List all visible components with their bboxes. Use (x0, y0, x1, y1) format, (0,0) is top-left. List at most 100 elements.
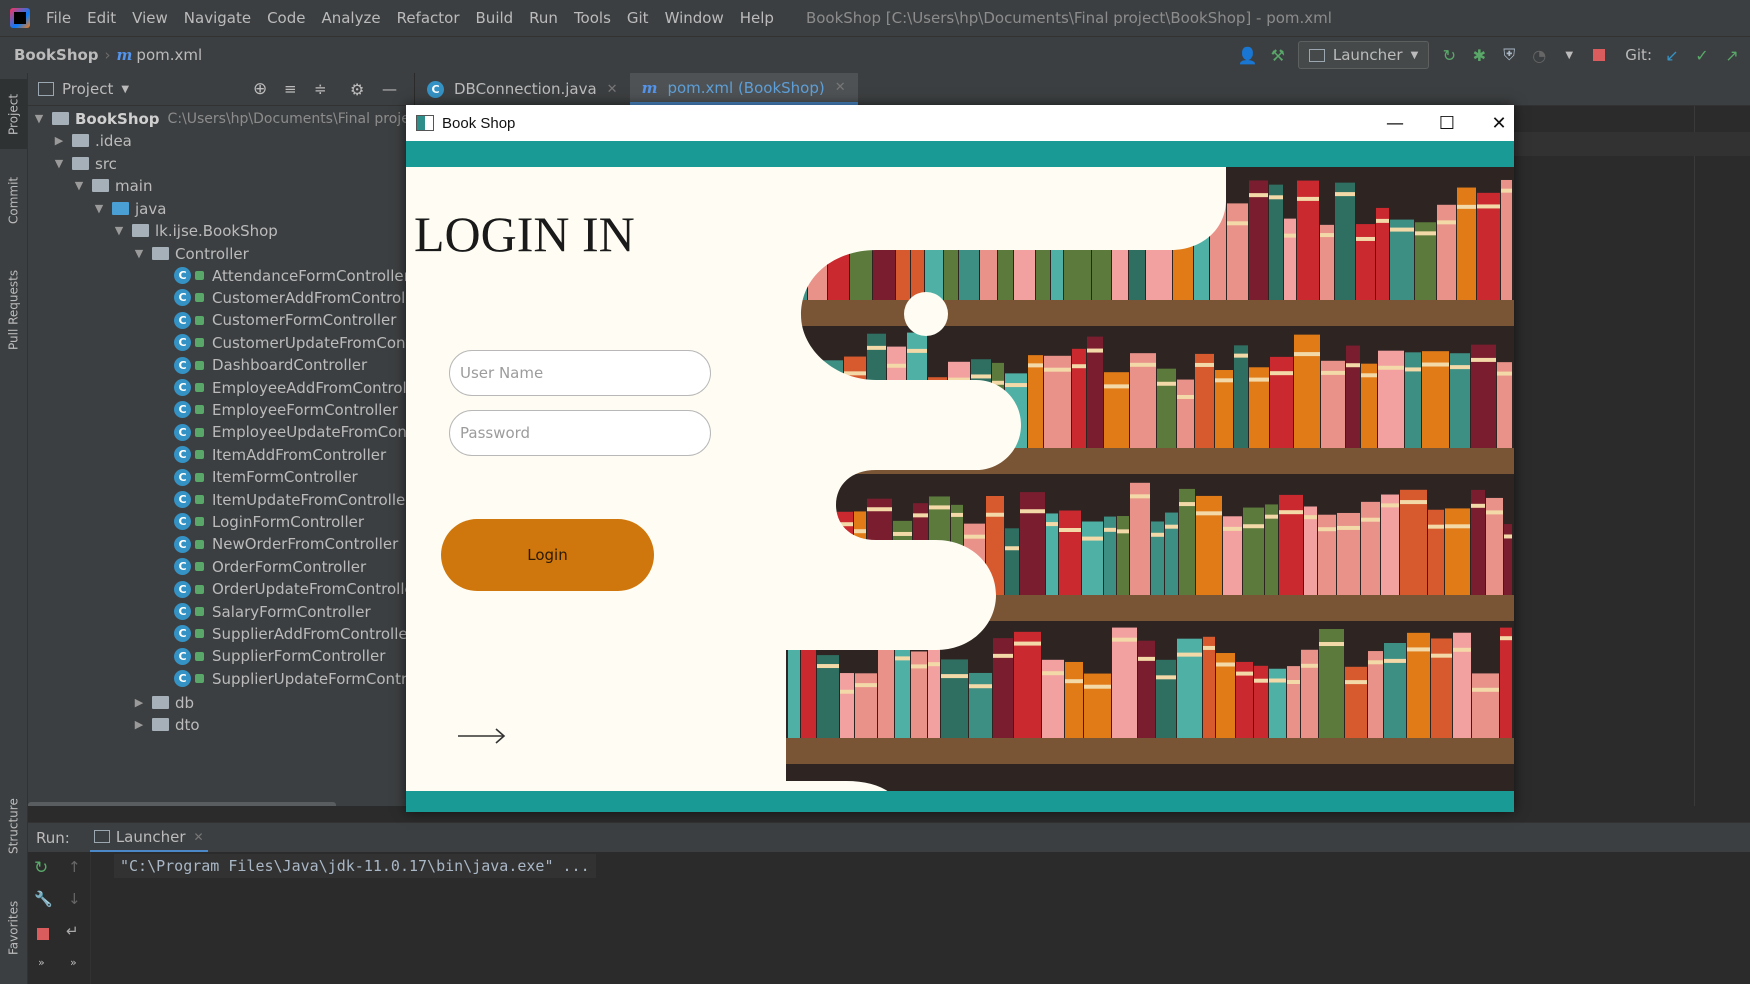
tree-node-class[interactable]: C EmployeeUpdateFromController (174, 420, 414, 445)
menu-file[interactable]: File (38, 9, 79, 27)
menu-help[interactable]: Help (732, 9, 782, 27)
project-panel-header: Project ▼ ⊕ ≡ ≑ ⚙ — (28, 73, 414, 106)
tool-tab-favorites[interactable]: Favorites (0, 883, 27, 973)
tree-node-main[interactable]: ▼ main (72, 173, 153, 198)
profile-icon[interactable]: ◔ (1529, 45, 1549, 65)
tree-node-class[interactable]: C CustomerAddFromController (174, 285, 414, 310)
lock-icon (195, 607, 204, 616)
editor-tab-dbconnection[interactable]: C DBConnection.java ✕ (415, 73, 630, 105)
menu-code[interactable]: Code (259, 9, 313, 27)
tree-node-dto[interactable]: ▶ dto (132, 712, 200, 737)
close-tab-icon[interactable]: ✕ (835, 80, 846, 95)
chevron-down-icon[interactable]: ▼ (92, 202, 106, 215)
arrow-down-icon[interactable]: ↓ (68, 890, 81, 908)
git-push-icon[interactable]: ↗ (1722, 45, 1742, 65)
add-user-icon[interactable]: 👤 (1238, 45, 1258, 65)
tree-node-class[interactable]: C SupplierUpdateFormController (174, 666, 414, 691)
horizontal-scrollbar[interactable] (28, 802, 336, 806)
stop-icon[interactable] (37, 928, 49, 940)
arrow-up-icon[interactable]: ↑ (68, 858, 81, 876)
chevron-down-icon[interactable]: ▼ (132, 247, 146, 260)
menu-analyze[interactable]: Analyze (313, 9, 388, 27)
chevron-down-icon[interactable]: ▼ (121, 84, 129, 95)
chevron-down-icon[interactable]: ▼ (112, 224, 126, 237)
build-hammer-icon[interactable]: ⚒ (1268, 45, 1288, 65)
menu-build[interactable]: Build (468, 9, 522, 27)
close-tab-icon[interactable]: ✕ (194, 830, 204, 844)
menu-navigate[interactable]: Navigate (176, 9, 259, 27)
tree-node-class[interactable]: C OrderUpdateFromController (174, 577, 414, 602)
more-icon[interactable]: » (70, 956, 77, 969)
breadcrumb-project[interactable]: BookShop (14, 46, 99, 64)
git-update-icon[interactable]: ↙ (1662, 45, 1682, 65)
close-tab-icon[interactable]: ✕ (607, 82, 618, 97)
menu-window[interactable]: Window (657, 9, 732, 27)
git-commit-check-icon[interactable]: ✓ (1692, 45, 1712, 65)
menu-refactor[interactable]: Refactor (389, 9, 468, 27)
username-input[interactable] (449, 350, 711, 396)
debug-bug-icon[interactable]: ✱ (1469, 45, 1489, 65)
tree-node-class[interactable]: C CustomerUpdateFromController (174, 330, 414, 355)
chevron-right-icon[interactable]: ▶ (132, 696, 146, 709)
tree-node-class[interactable]: C ItemUpdateFromController (174, 487, 411, 512)
login-button[interactable]: Login (441, 519, 654, 591)
soft-wrap-icon[interactable]: ↵ (66, 922, 79, 940)
password-input[interactable] (449, 410, 711, 456)
tree-node-class[interactable]: C EmployeeFormController (174, 397, 398, 422)
book (1014, 631, 1041, 738)
book-band (887, 363, 906, 368)
chevron-down-icon[interactable]: ▼ (32, 112, 46, 125)
tree-node-class[interactable]: C SalaryFormController (174, 599, 371, 624)
coverage-shield-icon[interactable]: ⛨ (1499, 45, 1519, 65)
stop-icon[interactable] (1589, 45, 1609, 65)
tree-node-class[interactable]: C EmployeeAddFromController (174, 375, 414, 400)
locate-file-icon[interactable]: ⊕ (253, 79, 267, 99)
close-window-button[interactable]: ✕ (1470, 105, 1514, 141)
hide-panel-icon[interactable]: — (382, 80, 397, 98)
chevron-down-icon[interactable]: ▼ (52, 157, 66, 170)
tree-node-class[interactable]: C AttendanceFormController (174, 263, 410, 288)
tree-node-idea[interactable]: ▶ .idea (52, 128, 132, 153)
expand-all-icon[interactable]: ≡ (284, 80, 297, 98)
menu-view[interactable]: View (124, 9, 176, 27)
menu-run[interactable]: Run (521, 9, 566, 27)
tree-node-class[interactable]: C LoginFormController (174, 509, 364, 534)
run-tab-launcher[interactable]: Launcher ✕ (89, 823, 208, 853)
tree-node-class[interactable]: C ItemAddFromController (174, 442, 386, 467)
rerun-icon[interactable]: ↻ (1439, 45, 1459, 65)
tree-node-class[interactable]: C SupplierFormController (174, 644, 385, 669)
chevron-right-icon[interactable]: ▶ (132, 718, 146, 731)
more-chevron-down-icon[interactable]: ▼ (1559, 45, 1579, 65)
tool-tab-pull-requests[interactable]: Pull Requests (0, 255, 27, 365)
tool-tab-structure[interactable]: Structure (0, 781, 27, 871)
menu-git[interactable]: Git (619, 9, 657, 27)
arrow-right-icon[interactable] (456, 725, 508, 747)
tool-tab-project[interactable]: Project (0, 79, 27, 149)
tree-node-class[interactable]: C NewOrderFromController (174, 532, 398, 557)
tree-node-package[interactable]: ▼ lk.ijse.BookShop (112, 218, 278, 243)
editor-tab-pom[interactable]: m pom.xml (BookShop) ✕ (629, 73, 858, 105)
chevron-right-icon[interactable]: ▶ (52, 134, 66, 147)
tree-node-class[interactable]: C SupplierAddFromController (174, 621, 414, 646)
tree-node-class[interactable]: C CustomerFormController (174, 308, 396, 333)
run-configuration-select[interactable]: Launcher ▼ (1297, 41, 1430, 69)
tree-node-class[interactable]: C OrderFormController (174, 554, 366, 579)
wrench-icon[interactable]: 🔧 (34, 890, 53, 908)
book (1117, 516, 1129, 595)
menu-tools[interactable]: Tools (566, 9, 619, 27)
tree-node-class[interactable]: C DashboardController (174, 353, 367, 378)
minimize-button[interactable]: — (1366, 105, 1424, 141)
tree-node-class[interactable]: C ItemFormController (174, 465, 358, 490)
collapse-all-icon[interactable]: ≑ (314, 80, 327, 98)
tool-tab-commit[interactable]: Commit (0, 165, 27, 235)
settings-gear-icon[interactable]: ⚙ (350, 80, 364, 99)
menu-edit[interactable]: Edit (79, 9, 124, 27)
breadcrumb-file[interactable]: pom.xml (136, 46, 202, 64)
more-icon[interactable]: » (38, 956, 45, 969)
book-band (1321, 370, 1345, 375)
chevron-down-icon[interactable]: ▼ (72, 179, 86, 192)
maximize-button[interactable]: ☐ (1418, 105, 1476, 141)
book-band (1390, 227, 1414, 232)
rerun-icon[interactable]: ↻ (34, 858, 48, 878)
project-panel-title[interactable]: Project (62, 80, 113, 98)
